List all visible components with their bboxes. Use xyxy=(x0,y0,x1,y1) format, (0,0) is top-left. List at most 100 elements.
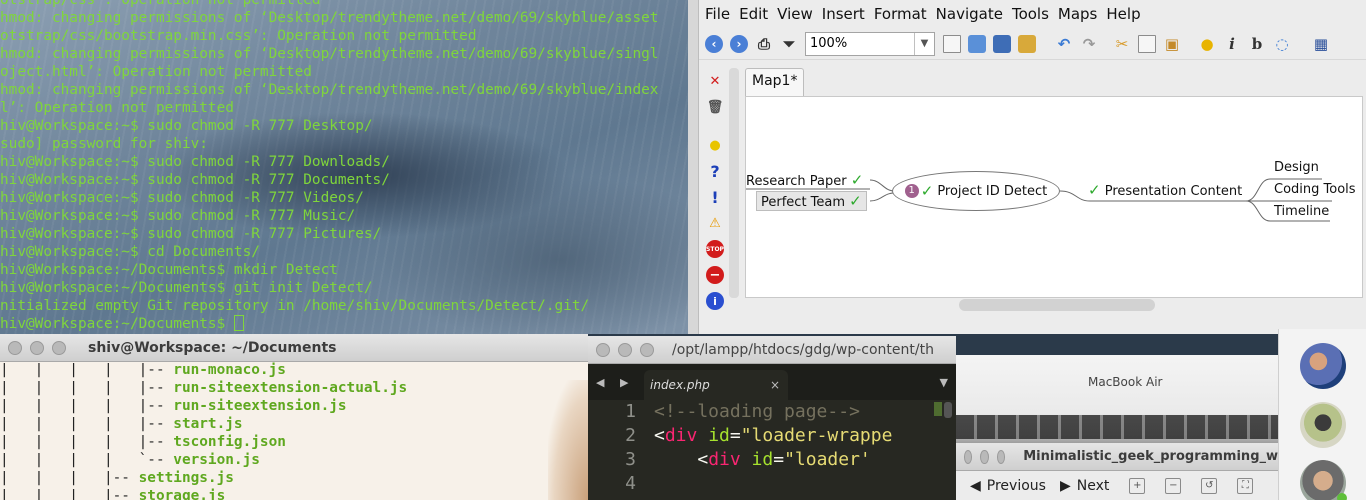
new-map-icon[interactable] xyxy=(943,34,961,53)
terminal-line: otstrap/css/bootstrap.min.css’: Operatio… xyxy=(0,28,477,44)
node-presentation-content[interactable]: ✓ Presentation Content xyxy=(1088,181,1242,199)
fullscreen-icon[interactable]: ⛶ xyxy=(1237,477,1254,494)
remove-icon[interactable]: ✕ xyxy=(706,72,724,90)
redo-icon[interactable]: ↷ xyxy=(1080,35,1098,53)
close-icon[interactable] xyxy=(8,340,22,355)
back-icon[interactable]: ‹ xyxy=(705,34,723,53)
menu-format[interactable]: Format xyxy=(874,5,927,23)
image-viewer-window[interactable]: MacBook Air Minimalistic_geek_programmin… xyxy=(956,355,1278,500)
avatar[interactable] xyxy=(1300,343,1346,389)
node-design[interactable]: Design xyxy=(1274,160,1319,175)
copy-icon[interactable] xyxy=(1138,34,1156,53)
terminal-line: hiv@Workspace:~/Documents$ xyxy=(0,315,658,333)
exclamation-icon[interactable]: ! xyxy=(706,188,724,207)
tree-line: | | | | |-- run-monaco.js xyxy=(0,362,286,378)
terminal-line: sudo] password for shiv: xyxy=(0,136,208,152)
zoom-select[interactable]: 100% ▼ xyxy=(805,31,935,56)
scrollbar[interactable] xyxy=(944,402,952,418)
paste-icon[interactable]: ▣ xyxy=(1163,35,1181,53)
code-line: 4 xyxy=(625,473,636,494)
terminal-line: oject.html’: Operation not permitted xyxy=(0,64,312,80)
menu-help[interactable]: Help xyxy=(1106,5,1140,23)
tree-line: | | | | `-- version.js xyxy=(0,452,260,468)
rotate-icon[interactable]: ↺ xyxy=(1201,477,1218,494)
stop-icon[interactable]: STOP xyxy=(706,240,724,258)
freemind-window[interactable]: File Edit View Insert Format Navigate To… xyxy=(698,0,1366,334)
sidebar-scrollbar[interactable] xyxy=(729,68,739,298)
node-timeline[interactable]: Timeline xyxy=(1274,204,1329,219)
cloud-icon[interactable]: ◌ xyxy=(1273,35,1291,53)
minimap[interactable] xyxy=(934,402,942,416)
previous-button[interactable]: ◀ Previous xyxy=(970,478,1046,494)
menu-edit[interactable]: Edit xyxy=(739,5,768,23)
info-icon[interactable]: i xyxy=(706,292,724,310)
node-root[interactable]: 1 ✓ Project ID Detect xyxy=(892,171,1060,211)
chevron-down-icon[interactable]: ▼ xyxy=(940,376,948,389)
close-icon[interactable] xyxy=(964,449,973,464)
tree-line: | | | |-- storage.js xyxy=(0,487,407,500)
terminal-output: | | | | |-- run-monaco.js | | | | |-- run… xyxy=(0,362,588,500)
italic-icon[interactable]: i xyxy=(1223,35,1241,53)
trash-icon[interactable]: 🗑 xyxy=(706,98,724,116)
menu-navigate[interactable]: Navigate xyxy=(936,5,1003,23)
minimize-icon[interactable] xyxy=(618,342,632,357)
lightbulb-icon[interactable]: ● xyxy=(706,136,724,154)
avatar[interactable] xyxy=(1300,402,1346,448)
node-coding-tools[interactable]: Coding Tools xyxy=(1274,182,1356,197)
bold-icon[interactable]: b xyxy=(1248,35,1266,53)
window-divider xyxy=(688,0,698,334)
sublime-editor-window[interactable]: /opt/lampp/htdocs/gdg/wp-content/th ◀ ▶ … xyxy=(588,336,956,500)
code-area[interactable]: 1 <!--loading page--> 2 <div id="loader-… xyxy=(588,400,956,496)
print-icon[interactable]: ⎙ xyxy=(755,35,773,53)
chevron-down-icon[interactable]: ▼ xyxy=(914,32,934,55)
window-titlebar[interactable]: shiv@Workspace: ~/Documents xyxy=(0,334,588,362)
terminal-output: otstrap/css': Operation not permitted hmo… xyxy=(0,0,658,333)
filter-icon[interactable]: ⏷ xyxy=(780,35,798,53)
tree-line: | | | | |-- tsconfig.json xyxy=(0,434,286,450)
open-folder-icon[interactable] xyxy=(968,34,986,53)
no-entry-icon[interactable]: − xyxy=(706,266,724,284)
close-icon[interactable] xyxy=(596,342,610,357)
zoom-in-icon[interactable]: + xyxy=(1129,477,1146,494)
maximize-icon[interactable] xyxy=(52,340,66,355)
mindmap-canvas[interactable]: Research Paper ✓ Perfect Team ✓ 1 ✓ Proj… xyxy=(745,96,1363,298)
next-button[interactable]: ▶ Next xyxy=(1060,478,1109,494)
terminal-window-bottom[interactable]: shiv@Workspace: ~/Documents | | | | |-- … xyxy=(0,334,588,500)
tab-label: index.php xyxy=(650,378,710,392)
node-research-paper[interactable]: Research Paper ✓ xyxy=(746,171,863,189)
menu-view[interactable]: View xyxy=(777,5,813,23)
node-perfect-team[interactable]: Perfect Team ✓ xyxy=(756,191,867,211)
forward-icon[interactable]: › xyxy=(730,34,748,53)
minimize-icon[interactable] xyxy=(980,449,989,464)
question-icon[interactable]: ? xyxy=(706,162,724,181)
save-as-icon[interactable] xyxy=(1018,34,1036,53)
undo-icon[interactable]: ↶ xyxy=(1055,35,1073,53)
window-titlebar[interactable]: /opt/lampp/htdocs/gdg/wp-content/th xyxy=(588,336,956,364)
terminal-window-top[interactable]: otstrap/css': Operation not permitted hmo… xyxy=(0,0,688,334)
cut-icon[interactable]: ✂ xyxy=(1113,35,1131,53)
menu-insert[interactable]: Insert xyxy=(822,5,865,23)
window-titlebar[interactable]: Minimalistic_geek_programming_w xyxy=(956,443,1278,471)
horizontal-scrollbar[interactable] xyxy=(959,299,1155,311)
file-name: version.js xyxy=(173,452,260,468)
terminal-line: hiv@Workspace:~$ sudo chmod -R 777 Pictu… xyxy=(0,226,382,242)
idea-icon[interactable]: ● xyxy=(1198,35,1216,53)
grid-icon[interactable]: ▦ xyxy=(1312,35,1330,53)
zoom-out-icon[interactable]: − xyxy=(1165,477,1182,494)
maximize-icon[interactable] xyxy=(996,449,1006,464)
file-name: settings.js xyxy=(138,470,234,486)
close-tab-icon[interactable]: × xyxy=(770,378,780,392)
tab-map1[interactable]: Map1* xyxy=(745,68,805,96)
tab-nav-arrows-icon[interactable]: ◀ ▶ xyxy=(588,376,644,389)
tab-index-php[interactable]: index.php × xyxy=(644,370,788,400)
terminal-line: hmod: changing permissions of ‘Desktop/t… xyxy=(0,46,659,62)
menu-tools[interactable]: Tools xyxy=(1012,5,1049,23)
minimize-icon[interactable] xyxy=(30,340,44,355)
warning-icon[interactable]: ⚠ xyxy=(706,214,724,232)
menu-file[interactable]: File xyxy=(705,5,730,23)
menu-maps[interactable]: Maps xyxy=(1058,5,1097,23)
maximize-icon[interactable] xyxy=(640,342,654,357)
save-icon[interactable] xyxy=(993,34,1011,53)
code-line: 3 <div id="loader' xyxy=(625,449,871,470)
terminal-line: hmod: changing permissions of ‘Desktop/t… xyxy=(0,82,659,98)
